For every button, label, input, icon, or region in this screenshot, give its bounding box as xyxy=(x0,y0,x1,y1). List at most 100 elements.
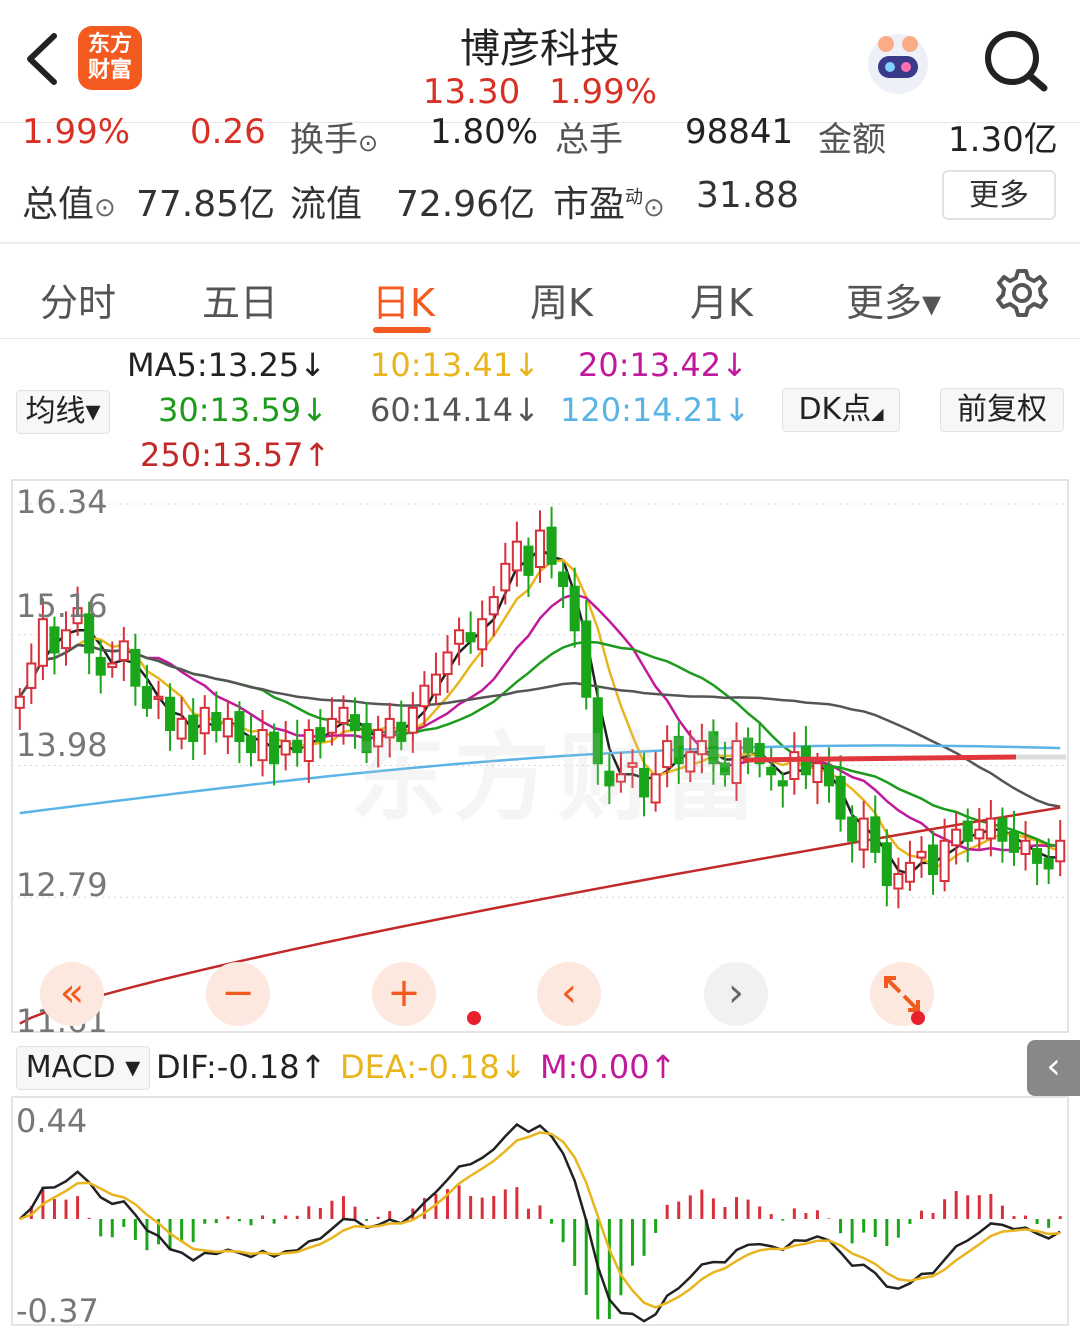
total-mv-value: 77.85亿 xyxy=(136,184,276,225)
pe-value: 31.88 xyxy=(696,175,800,216)
candle-body xyxy=(951,828,962,847)
more-quote-button[interactable]: 更多 xyxy=(942,170,1056,220)
scroll-right-button[interactable]: › xyxy=(704,962,768,1026)
zoom-out-button[interactable]: − xyxy=(206,962,270,1026)
notification-dot xyxy=(467,1011,481,1025)
candle-body xyxy=(569,585,580,632)
candle-body xyxy=(1008,830,1020,853)
active-tab-indicator xyxy=(373,327,431,333)
amount-label: 金额 xyxy=(818,120,886,160)
candle-body xyxy=(141,686,152,709)
robot-assistant-icon[interactable] xyxy=(860,26,936,96)
macd-axis-low: -0.37 xyxy=(16,1292,99,1330)
amount-value: 1.30亿 xyxy=(948,120,1058,160)
candle-body xyxy=(280,740,291,756)
candle-body xyxy=(188,714,199,743)
candle-body xyxy=(338,706,349,724)
candle-body xyxy=(199,706,210,735)
dk-point-button[interactable]: DK点◢ xyxy=(782,388,900,432)
candle-body xyxy=(118,640,129,662)
candle-body xyxy=(95,656,106,676)
indicator-selector[interactable]: 均线▾ xyxy=(16,390,110,434)
candle-body xyxy=(153,695,164,700)
divider xyxy=(0,338,1080,339)
candle-body xyxy=(303,728,314,762)
candle-body xyxy=(893,873,904,890)
search-button[interactable] xyxy=(980,28,1052,94)
candle-body xyxy=(1032,848,1043,864)
candle-body xyxy=(789,751,800,781)
candle-body xyxy=(488,596,499,616)
candle-body xyxy=(60,629,72,650)
candle-body xyxy=(14,695,25,709)
scroll-to-start-button[interactable]: « xyxy=(40,962,104,1026)
quote-change-pct: 1.99% xyxy=(22,112,131,152)
settings-button[interactable] xyxy=(996,266,1048,320)
tab-more[interactable]: 更多▾ xyxy=(846,272,941,327)
candle-body xyxy=(442,651,453,676)
info-icon[interactable]: ⊙ xyxy=(643,193,665,223)
tab-daily-k[interactable]: 日K xyxy=(372,272,435,327)
collapse-panel-button[interactable]: ‹ xyxy=(1027,1040,1080,1096)
candle-body xyxy=(130,648,141,687)
tab-weekly-k[interactable]: 周K xyxy=(530,272,593,327)
ma60-value: 60:14.14↓ xyxy=(370,391,540,429)
gear-icon xyxy=(996,269,1048,317)
back-button[interactable] xyxy=(18,26,68,92)
candle-body xyxy=(222,717,233,738)
price-adjust-button[interactable]: 前复权 xyxy=(940,388,1064,432)
candle-body xyxy=(534,529,546,568)
macd-m: M:0.00↑ xyxy=(540,1048,677,1086)
float-mv-label: 流值 xyxy=(290,184,363,225)
candle-body xyxy=(523,545,534,576)
ma250-value: 250:13.57↑ xyxy=(140,436,331,474)
info-icon[interactable]: ⊙ xyxy=(94,193,116,223)
header-bar: 东方 财富 博彦科技 13.30 1.99% xyxy=(0,0,1080,123)
volume-value: 98841 xyxy=(685,112,794,152)
candle-body xyxy=(326,717,337,734)
macd-chart[interactable] xyxy=(0,1095,1080,1326)
macd-dif: DIF:-0.18↑ xyxy=(156,1048,327,1086)
candle-body xyxy=(974,828,985,840)
candle-body xyxy=(257,728,268,762)
turnover-value: 1.80% xyxy=(430,112,539,152)
zoom-in-button[interactable]: + xyxy=(372,962,436,1026)
stock-title: 博彦科技 xyxy=(460,26,620,72)
candle-body xyxy=(916,850,927,859)
dk-resistance-line xyxy=(742,754,1019,763)
ma30-value: 30:13.59↓ xyxy=(158,391,328,429)
chevron-left-icon xyxy=(27,33,57,85)
candle-body xyxy=(835,775,846,820)
app-logo: 东方 财富 xyxy=(78,26,142,90)
quote-change-amt: 0.26 xyxy=(190,112,266,152)
candle-body xyxy=(858,817,869,851)
scroll-left-button[interactable]: ‹ xyxy=(537,962,601,1026)
candle-body xyxy=(477,618,488,651)
ma5-value: MA5:13.25↓ xyxy=(127,346,327,384)
candle-body xyxy=(26,662,37,689)
candle-body xyxy=(581,620,592,698)
float-mv-value: 72.96亿 xyxy=(396,184,536,225)
candle-body xyxy=(1055,839,1066,863)
volume-label: 总手 xyxy=(555,120,623,160)
total-mv-label: 总值⊙ xyxy=(22,184,116,225)
tab-monthly-k[interactable]: 月K xyxy=(690,272,753,327)
candle-body xyxy=(292,739,303,754)
info-icon[interactable]: ⊙ xyxy=(358,129,378,157)
macd-axis-high: 0.44 xyxy=(16,1102,88,1140)
candle-body xyxy=(766,766,777,776)
candle-body xyxy=(1043,857,1054,870)
candle-body xyxy=(939,839,950,883)
candle-body xyxy=(269,731,280,765)
candle-body xyxy=(234,711,245,743)
candle-body xyxy=(997,817,1008,842)
watermark: 东方财富 xyxy=(350,722,766,834)
candle-body xyxy=(315,727,326,743)
macd-selector[interactable]: MACD ▾ xyxy=(16,1046,150,1090)
ma10-value: 10:13.41↓ xyxy=(370,346,540,384)
tab-intraday[interactable]: 分时 xyxy=(40,272,116,327)
candle-body xyxy=(107,662,118,668)
candle-body xyxy=(558,571,569,587)
candle-body xyxy=(245,735,257,754)
tab-five-day[interactable]: 五日 xyxy=(202,272,278,327)
